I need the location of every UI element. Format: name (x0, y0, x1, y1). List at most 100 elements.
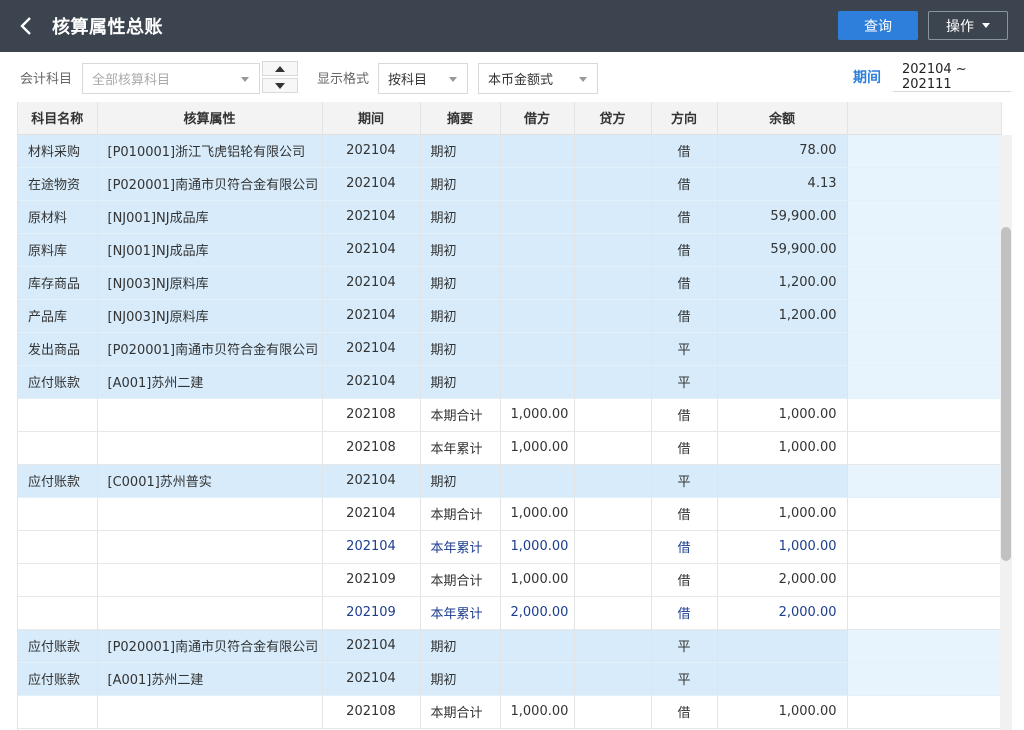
credit-cell (574, 662, 652, 696)
direction-cell: 借 (651, 266, 718, 300)
operations-button[interactable]: 操作 (928, 11, 1008, 40)
row-filler (847, 563, 1002, 597)
summary-cell: 期初 (420, 464, 501, 498)
table-row[interactable]: 应付账款 [A001]苏州二建 202104 期初 平 (18, 662, 1002, 696)
attribute-cell: [A001]苏州二建 (97, 662, 323, 696)
currency-format-select[interactable]: 本币金额式 (478, 63, 598, 94)
row-filler (847, 200, 1002, 234)
table-row[interactable]: 应付账款 [C0001]苏州普实 202104 期初 平 (18, 464, 1002, 498)
attribute-cell (97, 563, 323, 597)
attribute-cell: [C0001]苏州普实 (97, 464, 323, 498)
row-filler (847, 365, 1002, 399)
attribute-cell: [A001]苏州二建 (97, 365, 323, 399)
attribute-cell (97, 530, 323, 564)
table-row[interactable]: 202109 本期合计 1,000.00 借 2,000.00 (18, 563, 1002, 597)
direction-cell: 借 (651, 134, 718, 168)
period-cell: 202108 (322, 398, 421, 432)
arrow-down-icon (275, 82, 285, 89)
display-format-select[interactable]: 按科目 (378, 63, 468, 94)
account-name-cell: 应付账款 (18, 629, 98, 663)
row-filler (847, 530, 1002, 564)
back-icon[interactable] (0, 0, 52, 52)
attribute-cell: [NJ003]NJ原料库 (97, 266, 323, 300)
scrollbar-thumb[interactable] (1001, 227, 1011, 561)
column-header[interactable]: 核算属性 (97, 102, 323, 135)
step-up-button[interactable] (262, 61, 298, 76)
direction-cell: 借 (651, 695, 718, 729)
row-filler (847, 596, 1002, 630)
credit-cell (574, 299, 652, 333)
display-format-label: 显示格式 (317, 72, 370, 87)
table-row[interactable]: 应付账款 [A001]苏州二建 202104 期初 平 (18, 365, 1002, 399)
table-row[interactable]: 202108 本期合计 1,000.00 借 1,000.00 (18, 398, 1002, 432)
column-header[interactable]: 借方 (500, 102, 575, 135)
column-header[interactable]: 摘要 (420, 102, 501, 135)
table-row[interactable]: 原料库 [NJ001]NJ成品库 202104 期初 借 59,900.00 (18, 233, 1002, 267)
summary-cell: 本期合计 (420, 695, 501, 729)
column-header[interactable]: 科目名称 (18, 102, 98, 135)
summary-cell: 期初 (420, 200, 501, 234)
row-filler (847, 464, 1002, 498)
table-row[interactable]: 库存商品 [NJ003]NJ原料库 202104 期初 借 1,200.00 (18, 266, 1002, 300)
summary-cell: 期初 (420, 332, 501, 366)
account-name-cell: 库存商品 (18, 266, 98, 300)
table-row[interactable]: 产品库 [NJ003]NJ原料库 202104 期初 借 1,200.00 (18, 299, 1002, 333)
table-row[interactable]: 202108 本期合计 1,000.00 借 1,000.00 (18, 695, 1002, 729)
balance-cell (717, 365, 848, 399)
direction-cell: 借 (651, 233, 718, 267)
credit-cell (574, 233, 652, 267)
balance-cell: 59,900.00 (717, 200, 848, 234)
credit-cell (574, 365, 652, 399)
account-label: 会计科目 (20, 72, 73, 87)
period-cell: 202104 (322, 200, 421, 234)
table-row[interactable]: 原材料 [NJ001]NJ成品库 202104 期初 借 59,900.00 (18, 200, 1002, 234)
summary-cell: 期初 (420, 662, 501, 696)
period-cell: 202104 (322, 332, 421, 366)
table-row[interactable]: 应付账款 [P020001]南通市贝符合金有限公司 202104 期初 平 (18, 629, 1002, 663)
chevron-down-icon (579, 77, 587, 82)
column-header[interactable]: 期间 (322, 102, 421, 135)
summary-cell: 本期合计 (420, 497, 501, 531)
debit-cell (500, 629, 575, 663)
account-name-cell: 原材料 (18, 200, 98, 234)
chevron-down-icon (449, 77, 457, 82)
table-row[interactable]: 202108 本年累计 1,000.00 借 1,000.00 (18, 431, 1002, 465)
credit-cell (574, 134, 652, 168)
column-header[interactable]: 贷方 (574, 102, 652, 135)
debit-cell: 1,000.00 (500, 431, 575, 465)
table-row[interactable]: 202104 本期合计 1,000.00 借 1,000.00 (18, 497, 1002, 531)
period-cell: 202109 (322, 563, 421, 597)
account-select[interactable]: 全部核算科目 (82, 63, 260, 94)
credit-cell (574, 629, 652, 663)
account-name-cell (18, 431, 98, 465)
account-name-cell (18, 530, 98, 564)
table-row[interactable]: 202109 本年累计 2,000.00 借 2,000.00 (18, 596, 1002, 630)
step-down-button[interactable] (262, 78, 298, 93)
credit-cell (574, 266, 652, 300)
table-row[interactable]: 在途物资 [P020001]南通市贝符合金有限公司 202104 期初 借 4.13 (18, 167, 1002, 201)
balance-cell: 2,000.00 (717, 596, 848, 630)
query-button[interactable]: 查询 (838, 11, 918, 40)
credit-cell (574, 398, 652, 432)
period-cell: 202104 (322, 497, 421, 531)
period-range-input[interactable]: 202104 ~ 202111 (893, 62, 1011, 92)
direction-cell: 平 (651, 332, 718, 366)
column-header[interactable]: 方向 (651, 102, 718, 135)
debit-cell: 1,000.00 (500, 497, 575, 531)
period-cell: 202104 (322, 662, 421, 696)
direction-cell: 借 (651, 398, 718, 432)
column-header[interactable]: 余额 (717, 102, 848, 135)
row-filler (847, 695, 1002, 729)
chevron-down-icon (241, 77, 249, 82)
period-cell: 202104 (322, 365, 421, 399)
table-row[interactable]: 材料采购 [P010001]浙江飞虎铝轮有限公司 202104 期初 借 78.00 (18, 134, 1002, 168)
table-row[interactable]: 发出商品 [P020001]南通市贝符合金有限公司 202104 期初 平 (18, 332, 1002, 366)
row-filler (847, 431, 1002, 465)
column-header-filler (847, 102, 1002, 135)
table-row[interactable]: 202104 本年累计 1,000.00 借 1,000.00 (18, 530, 1002, 564)
debit-cell: 1,000.00 (500, 398, 575, 432)
direction-cell: 借 (651, 299, 718, 333)
account-name-cell (18, 596, 98, 630)
credit-cell (574, 497, 652, 531)
vertical-scrollbar[interactable] (1000, 135, 1012, 730)
